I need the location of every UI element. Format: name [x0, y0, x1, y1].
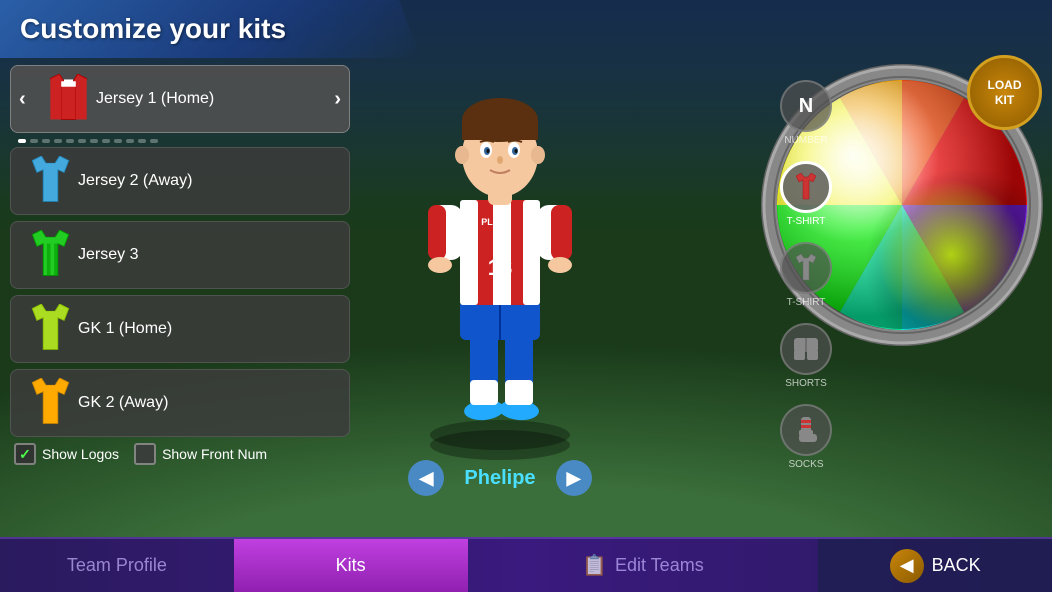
tab-edit-teams[interactable]: 📋 Edit Teams	[468, 539, 819, 592]
kit-option-socks[interactable]: SOCKS	[780, 404, 832, 470]
socks-icon[interactable]	[780, 404, 832, 456]
load-kit-label: LOADKIT	[988, 78, 1022, 107]
jersey-name-1: Jersey 1 (Home)	[96, 90, 214, 108]
tshirt1-icon[interactable]	[780, 161, 832, 213]
jersey-icon-2	[23, 156, 78, 206]
kit-option-shorts[interactable]: SHORTS	[780, 323, 832, 389]
dot-6	[78, 139, 86, 143]
bottom-nav: Team Profile Kits 📋 Edit Teams ◀ BACK	[0, 537, 1052, 592]
jersey-icon-5	[23, 378, 78, 428]
dot-5	[66, 139, 74, 143]
dot-12	[150, 139, 158, 143]
show-logos-label: Show Logos	[42, 446, 119, 462]
number-label: NUMBER	[784, 135, 827, 146]
jersey-dots	[10, 139, 350, 143]
tab-kits[interactable]: Kits	[234, 539, 468, 592]
kit-option-tshirt1[interactable]: T-SHIRT	[780, 161, 832, 227]
svg-text:PLS: PLS	[481, 217, 499, 227]
prev-jersey-arrow[interactable]: ‹	[19, 88, 26, 111]
jersey-icon-3	[23, 230, 78, 280]
player-figure: 18 PLS	[360, 60, 640, 450]
tshirt1-label: T-SHIRT	[787, 216, 826, 227]
dot-7	[90, 139, 98, 143]
show-logos-checkbox[interactable]: Show Logos	[14, 443, 119, 465]
jersey-item-4[interactable]: GK 1 (Home)	[10, 295, 350, 363]
tshirt2-label: T-SHIRT	[787, 297, 826, 308]
tab-edit-teams-label: Edit Teams	[615, 555, 704, 576]
kit-options: N NUMBER T-SHIRT T-SHIRT SHORTS	[780, 80, 832, 470]
dot-4	[54, 139, 62, 143]
jersey-icon-4	[23, 304, 78, 354]
page-title: Customize your kits	[20, 13, 286, 45]
jersey-name-4: GK 1 (Home)	[78, 320, 172, 338]
jersey-item-3[interactable]: Jersey 3	[10, 221, 350, 289]
back-circle-icon: ◀	[890, 549, 924, 583]
tshirt2-icon[interactable]	[780, 242, 832, 294]
show-front-num-box[interactable]	[134, 443, 156, 465]
tab-back[interactable]: ◀ BACK	[818, 539, 1052, 592]
show-front-num-label: Show Front Num	[162, 446, 267, 462]
tab-kits-label: Kits	[336, 555, 366, 576]
tab-team-profile[interactable]: Team Profile	[0, 539, 234, 592]
dot-10	[126, 139, 134, 143]
prev-player-btn[interactable]: ◀	[408, 460, 444, 496]
player-name-row: ◀ Phelipe ▶	[408, 460, 591, 496]
jersey-item-5[interactable]: GK 2 (Away)	[10, 369, 350, 437]
checkboxes-row: Show Logos Show Front Num	[10, 443, 350, 465]
socks-label: SOCKS	[788, 459, 823, 470]
dot-8	[102, 139, 110, 143]
number-icon[interactable]: N	[780, 80, 832, 132]
kit-option-number[interactable]: N NUMBER	[780, 80, 832, 146]
shorts-label: SHORTS	[785, 378, 827, 389]
tab-back-label: BACK	[932, 555, 981, 576]
jersey-name-5: GK 2 (Away)	[78, 394, 168, 412]
player-shadow	[430, 430, 570, 460]
jersey-list: ‹ Jersey 1 (Home) › Jersey 2 (Away)	[10, 65, 350, 465]
dot-1	[18, 139, 26, 143]
edit-icon: 📋	[582, 553, 607, 578]
jersey-icon-1	[41, 74, 96, 124]
jersey-item-1[interactable]: ‹ Jersey 1 (Home) ›	[10, 65, 350, 133]
player-name: Phelipe	[464, 467, 535, 490]
jersey-name-2: Jersey 2 (Away)	[78, 172, 192, 190]
show-logos-box[interactable]	[14, 443, 36, 465]
load-kit-button[interactable]: LOADKIT	[967, 55, 1042, 130]
shorts-icon[interactable]	[780, 323, 832, 375]
dot-2	[30, 139, 38, 143]
kit-option-tshirt2[interactable]: T-SHIRT	[780, 242, 832, 308]
player-area: 18 PLS	[330, 50, 670, 530]
jersey-name-3: Jersey 3	[78, 246, 138, 264]
jersey-item-2[interactable]: Jersey 2 (Away)	[10, 147, 350, 215]
player-svg: 18 PLS	[360, 60, 640, 450]
svg-text:18: 18	[488, 255, 512, 280]
dot-3	[42, 139, 50, 143]
dot-11	[138, 139, 146, 143]
tab-team-profile-label: Team Profile	[67, 555, 167, 576]
show-front-num-checkbox[interactable]: Show Front Num	[134, 443, 267, 465]
next-player-btn[interactable]: ▶	[556, 460, 592, 496]
dot-9	[114, 139, 122, 143]
